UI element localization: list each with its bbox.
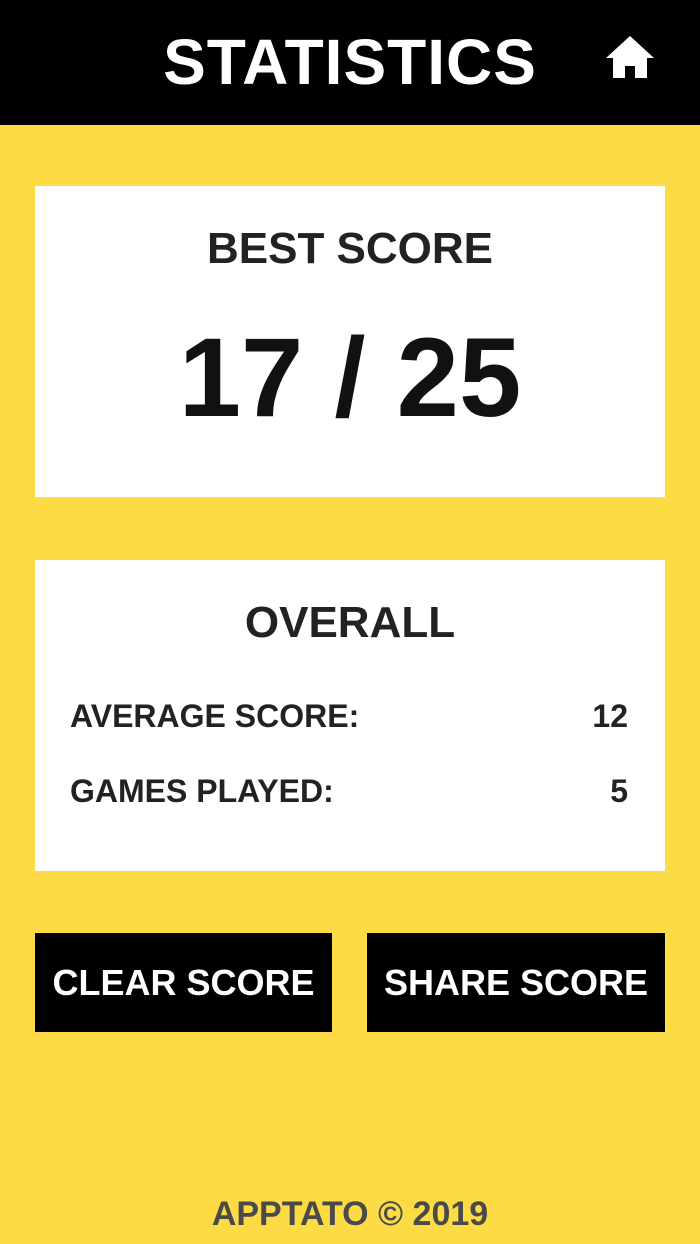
games-played-value: 5 <box>610 773 628 809</box>
overall-title: OVERALL <box>244 598 456 647</box>
page-title: STATISTICS <box>163 26 537 98</box>
footer-copyright: APPTATO © 2019 <box>211 1195 489 1233</box>
home-button[interactable] <box>598 26 662 90</box>
clear-score-button[interactable]: CLEAR SCORE <box>35 933 332 1032</box>
average-score-value: 12 <box>592 698 628 734</box>
best-score-title: BEST SCORE <box>206 224 494 273</box>
share-score-button[interactable]: SHARE SCORE <box>367 933 665 1032</box>
best-score-value: 17 / 25 <box>178 315 522 440</box>
home-icon <box>606 36 654 78</box>
games-played-label: GAMES PLAYED: <box>70 773 334 809</box>
average-score-label: AVERAGE SCORE: <box>70 698 360 734</box>
